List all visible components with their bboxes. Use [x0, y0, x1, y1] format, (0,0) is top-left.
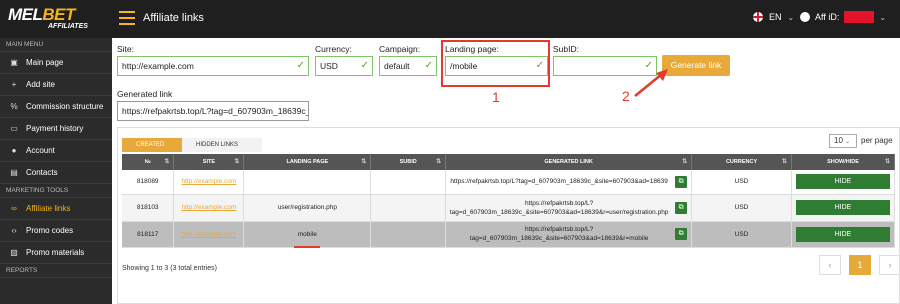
- hide-button[interactable]: HIDE: [795, 174, 890, 190]
- entries-summary: Showing 1 to 3 (3 total entries): [122, 265, 217, 272]
- uk-flag-icon: [753, 12, 763, 22]
- column-header-subid[interactable]: SUBID ⇅: [370, 154, 447, 170]
- sidebar-item-payment-history[interactable]: ▭ Payment history: [0, 118, 112, 140]
- page-size-select[interactable]: 10 ⌄: [829, 134, 857, 148]
- tab-created-links[interactable]: CREATED LINKS: [122, 138, 182, 162]
- cell-subid: [370, 170, 447, 195]
- cell-id: 818117: [122, 221, 175, 248]
- column-header-landing-page[interactable]: LANDING PAGE ⇅: [243, 154, 372, 170]
- site-link[interactable]: http://example.com: [181, 231, 236, 238]
- link-icon: ∞: [11, 204, 17, 213]
- column-header-currency[interactable]: CURRENCY ⇅: [691, 154, 792, 170]
- cell-landing: mobile: [243, 221, 372, 248]
- image-icon: ▨: [10, 248, 18, 257]
- sidebar-item-account[interactable]: ● Account: [0, 140, 112, 162]
- hide-button[interactable]: HIDE: [795, 226, 890, 242]
- section-main-menu: MAIN MENU: [0, 38, 112, 52]
- menu-toggle-icon[interactable]: [119, 11, 135, 25]
- links-tabs: CREATED LINKS HIDDEN LINKS: [122, 138, 262, 162]
- card-icon: ▭: [10, 124, 18, 133]
- site-label: Site:: [117, 44, 135, 54]
- table-row: 818117 http://example.com mobile https:/…: [122, 221, 896, 248]
- cell-landing: user/registration.php: [243, 194, 372, 222]
- user-icon: [800, 12, 810, 22]
- generated-link-field[interactable]: https://refpakrtsb.top/L?tag=d_607903m_1…: [117, 101, 309, 121]
- cell-generated-link: https://refpakrtsb.top/L?tag=d_607903m_1…: [469, 226, 649, 242]
- section-reports: REPORTS: [0, 264, 112, 278]
- copy-icon[interactable]: ⧉: [675, 228, 688, 240]
- generated-link-label: Generated link: [117, 89, 173, 99]
- hide-button[interactable]: HIDE: [795, 200, 890, 215]
- language-label: EN: [769, 12, 782, 22]
- dashboard-icon: ▣: [10, 58, 18, 67]
- cell-id: 818103: [122, 194, 175, 222]
- cell-landing: [243, 170, 372, 195]
- code-icon: ‹›: [11, 226, 17, 235]
- prev-page-button[interactable]: ‹: [819, 255, 841, 275]
- pagination: ‹ 1 ›: [819, 255, 900, 275]
- annotation-underline: [294, 246, 320, 248]
- percent-icon: %: [10, 102, 18, 111]
- cell-subid: [370, 221, 447, 248]
- copy-icon[interactable]: ⧉: [675, 201, 688, 214]
- melbet-logo[interactable]: MELBET AFFILIATES: [8, 6, 108, 34]
- table-row: 818103 http://example.com user/registrat…: [122, 194, 896, 222]
- annotation-number-1: 1: [492, 89, 500, 105]
- campaign-select[interactable]: default ✓: [379, 56, 437, 76]
- redacted-id: [844, 11, 875, 23]
- check-icon: ✓: [360, 60, 369, 71]
- sidebar-item-contacts[interactable]: ▤ Contacts: [0, 162, 112, 184]
- section-marketing-tools: MARKETING TOOLS: [0, 184, 112, 198]
- site-link[interactable]: http://example.com: [181, 178, 236, 185]
- sidebar-item-affiliate-links[interactable]: ∞ Affiliate links: [0, 198, 112, 220]
- tab-hidden-links[interactable]: HIDDEN LINKS: [182, 138, 262, 152]
- annotation-box: [441, 40, 550, 87]
- plus-icon: +: [11, 80, 17, 89]
- check-icon: ✓: [296, 60, 305, 71]
- language-selector[interactable]: EN ⌄: [753, 12, 794, 22]
- page-title: Affiliate links: [143, 12, 204, 24]
- affiliate-id-label: Aff iD:: [815, 12, 840, 22]
- table-row: 818089 http://example.com https://refpak…: [122, 170, 896, 195]
- cell-currency: USD: [691, 221, 792, 248]
- sidebar-item-promo-materials[interactable]: ▨ Promo materials: [0, 242, 112, 264]
- campaign-label: Campaign:: [379, 44, 421, 54]
- annotation-arrow-icon: [634, 69, 668, 97]
- currency-label: Currency:: [315, 44, 352, 54]
- chevron-down-icon: ⌄: [787, 12, 795, 22]
- user-menu[interactable]: Aff iD: ⌄: [800, 11, 886, 23]
- column-header-number[interactable]: № ⇅: [122, 154, 175, 170]
- per-page-label: per page: [861, 136, 893, 145]
- cell-currency: USD: [691, 170, 792, 195]
- site-link[interactable]: http://example.com: [181, 204, 236, 211]
- subid-label: SubID:: [553, 44, 579, 54]
- column-header-show-hide[interactable]: SHOW/HIDE ⇅: [791, 154, 896, 170]
- copy-icon[interactable]: ⧉: [675, 175, 688, 188]
- links-table: № ⇅ SITE ⇅ LANDING PAGE ⇅ SUBID ⇅ GENERATED …: [122, 154, 896, 248]
- cell-currency: USD: [691, 194, 792, 222]
- site-field[interactable]: http://example.com ✓: [117, 56, 309, 76]
- cell-generated-link: https://refpakrtsb.top/L?tag=d_607903m_1…: [450, 178, 668, 186]
- user-icon: ●: [11, 146, 17, 155]
- column-header-generated-link[interactable]: GENERATED LINK ⇅: [445, 154, 693, 170]
- sidebar: MAIN MENU ▣ Main page + Add site % Commissi…: [0, 38, 112, 304]
- sidebar-item-promo-codes[interactable]: ‹› Promo codes: [0, 220, 112, 242]
- cell-subid: [370, 194, 447, 222]
- cell-id: 818089: [122, 170, 175, 195]
- sidebar-item-main-page[interactable]: ▣ Main page: [0, 52, 112, 74]
- generate-link-button[interactable]: Generate link: [662, 55, 730, 76]
- top-bar: MELBET AFFILIATES Affiliate links EN ⌄ A…: [0, 0, 900, 38]
- column-header-site[interactable]: SITE ⇅: [173, 154, 245, 170]
- sidebar-item-commission[interactable]: % Commission structure: [0, 96, 112, 118]
- sidebar-item-add-site[interactable]: + Add site: [0, 74, 112, 96]
- chevron-down-icon: ⌄: [879, 12, 887, 22]
- contacts-icon: ▤: [10, 168, 18, 177]
- currency-select[interactable]: USD ✓: [315, 56, 373, 76]
- next-page-button[interactable]: ›: [879, 255, 900, 275]
- annotation-number-2: 2: [622, 88, 630, 104]
- page-1-button[interactable]: 1: [849, 255, 871, 275]
- check-icon: ✓: [424, 60, 433, 71]
- cell-generated-link: https://refpakrtsb.top/L?tag=d_607903m_1…: [449, 199, 669, 216]
